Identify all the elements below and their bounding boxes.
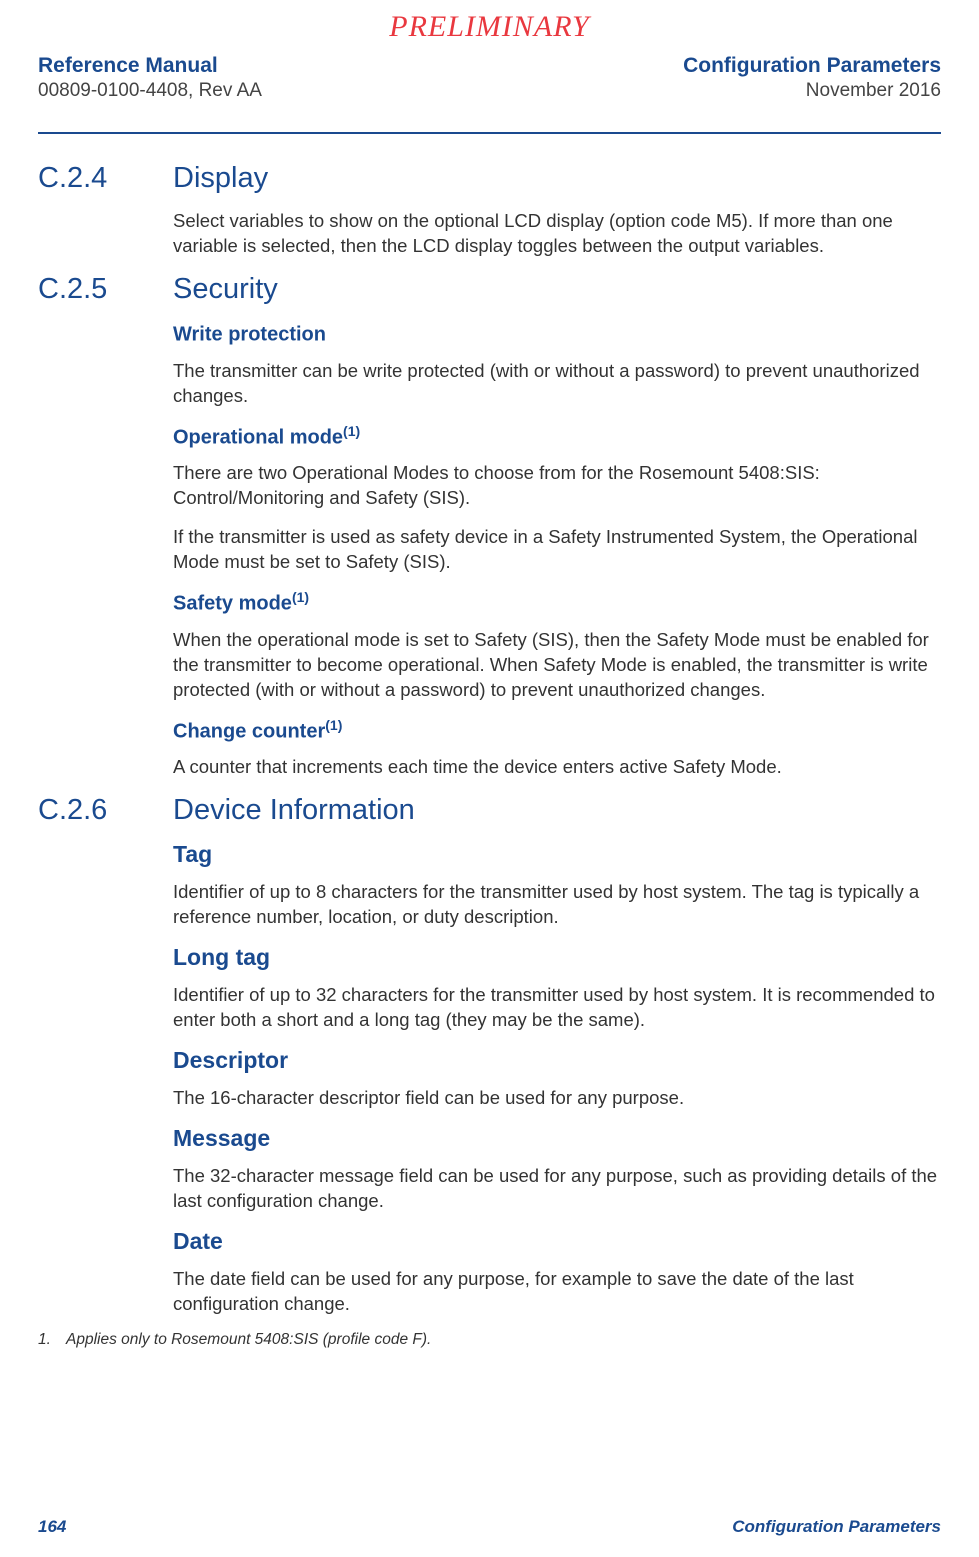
section-heading-row: C.2.4 Display <box>38 162 941 195</box>
section-title: Display <box>173 162 268 195</box>
header-date: November 2016 <box>683 79 941 104</box>
body-paragraph: The 32-character message field can be us… <box>173 1164 941 1214</box>
watermark-text: PRELIMINARY <box>38 10 941 44</box>
subheading: Operational mode(1) <box>173 423 941 450</box>
section-title: Device Information <box>173 794 415 827</box>
footnote-ref: (1) <box>325 717 342 733</box>
header-doc-number: 00809-0100-4408, Rev AA <box>38 79 262 104</box>
section-title: Security <box>173 273 278 306</box>
body-paragraph: Identifier of up to 32 characters for th… <box>173 983 941 1033</box>
footnote-ref: (1) <box>292 589 309 605</box>
header-right: Configuration Parameters November 2016 <box>683 52 941 104</box>
body-paragraph: The 16-character descriptor field can be… <box>173 1086 941 1111</box>
footer-section-title: Configuration Parameters <box>732 1517 941 1537</box>
section-number: C.2.6 <box>38 794 173 827</box>
section-c26: C.2.6 Device Information Tag Identifier … <box>38 794 941 1317</box>
body-paragraph: Select variables to show on the optional… <box>173 209 941 259</box>
body-paragraph: There are two Operational Modes to choos… <box>173 461 941 511</box>
page-container: PRELIMINARY Reference Manual 00809-0100-… <box>0 0 979 1557</box>
header-manual-title: Reference Manual <box>38 52 262 79</box>
subheading: Tag <box>173 841 941 868</box>
subheading-text: Change counter <box>173 720 325 742</box>
subheading: Date <box>173 1228 941 1255</box>
subheading-text: Message <box>173 1125 270 1151</box>
page-number: 164 <box>38 1517 66 1537</box>
section-c24: C.2.4 Display Select variables to show o… <box>38 162 941 259</box>
header-section-title: Configuration Parameters <box>683 52 941 79</box>
subheading: Safety mode(1) <box>173 589 941 616</box>
subheading: Long tag <box>173 944 941 971</box>
subheading: Descriptor <box>173 1047 941 1074</box>
body-paragraph: The transmitter can be write protected (… <box>173 359 941 409</box>
footnote-number: 1. <box>38 1331 66 1349</box>
section-number: C.2.5 <box>38 273 173 306</box>
subheading: Change counter(1) <box>173 717 941 744</box>
body-paragraph: The date field can be used for any purpo… <box>173 1267 941 1317</box>
body-paragraph: If the transmitter is used as safety dev… <box>173 525 941 575</box>
subheading-text: Operational mode <box>173 426 343 448</box>
section-body: Write protection The transmitter can be … <box>173 320 941 780</box>
page-header: Reference Manual 00809-0100-4408, Rev AA… <box>38 52 941 134</box>
section-heading-row: C.2.6 Device Information <box>38 794 941 827</box>
body-paragraph: A counter that increments each time the … <box>173 755 941 780</box>
section-c25: C.2.5 Security Write protection The tran… <box>38 273 941 780</box>
subheading-text: Tag <box>173 841 212 867</box>
section-number: C.2.4 <box>38 162 173 195</box>
subheading-text: Descriptor <box>173 1047 288 1073</box>
section-body: Tag Identifier of up to 8 characters for… <box>173 841 941 1317</box>
subheading: Message <box>173 1125 941 1152</box>
subheading-text: Safety mode <box>173 593 292 615</box>
body-paragraph: Identifier of up to 8 characters for the… <box>173 880 941 930</box>
body-paragraph: When the operational mode is set to Safe… <box>173 628 941 703</box>
footnote-text: Applies only to Rosemount 5408:SIS (prof… <box>66 1331 431 1348</box>
header-left: Reference Manual 00809-0100-4408, Rev AA <box>38 52 262 104</box>
subheading: Write protection <box>173 320 941 347</box>
footnote: 1.Applies only to Rosemount 5408:SIS (pr… <box>38 1331 941 1349</box>
subheading-text: Long tag <box>173 944 270 970</box>
section-heading-row: C.2.5 Security <box>38 273 941 306</box>
page-footer: 164 Configuration Parameters <box>38 1517 941 1537</box>
footnote-ref: (1) <box>343 423 360 439</box>
subheading-text: Write protection <box>173 324 326 346</box>
subheading-text: Date <box>173 1228 223 1254</box>
section-body: Select variables to show on the optional… <box>173 209 941 259</box>
